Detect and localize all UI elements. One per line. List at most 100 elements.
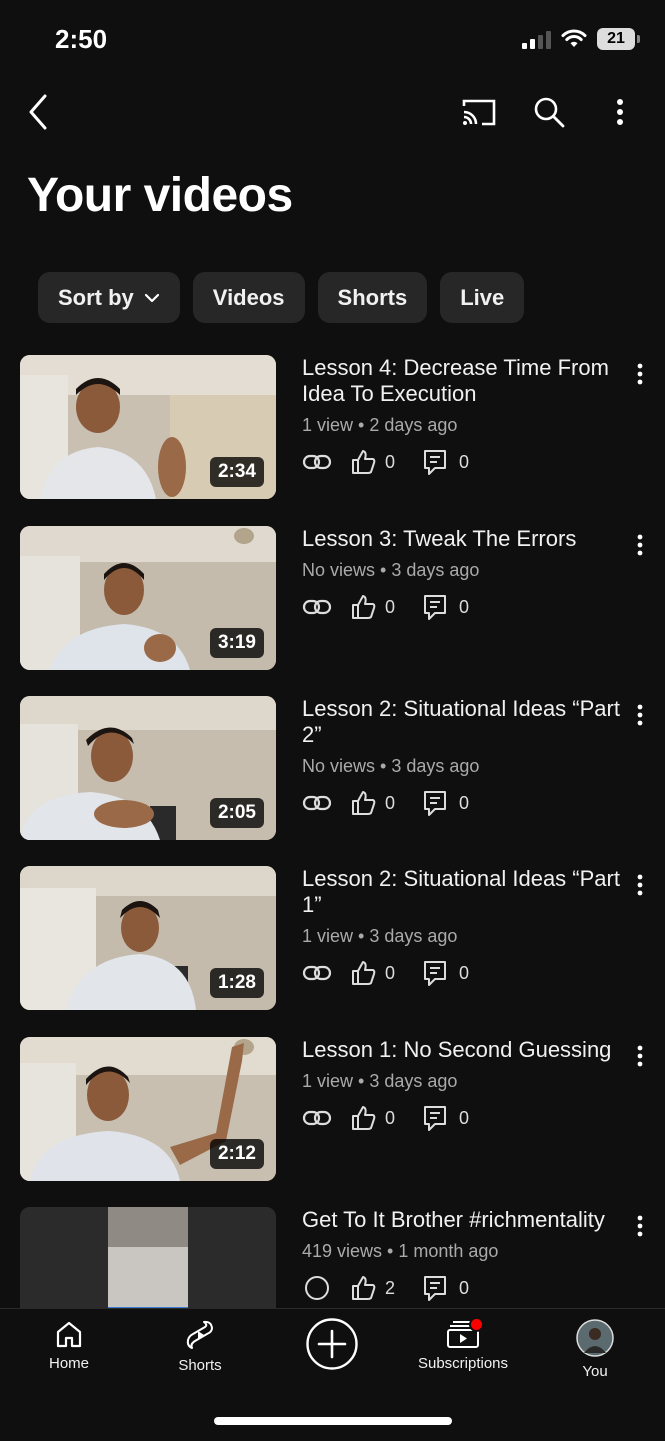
video-meta: 1 view • 3 days ago: [302, 1071, 458, 1091]
live-chip[interactable]: Live: [440, 272, 525, 323]
video-duration: 2:34: [209, 457, 264, 487]
video-meta: 1 view • 3 days ago: [302, 926, 458, 946]
sort-by-label: Sort by: [58, 284, 134, 310]
video-row[interactable]: 2:34 Lesson 4: Decrease Time From Idea T…: [0, 355, 665, 500]
nav-create[interactable]: [277, 1317, 387, 1371]
nav-you[interactable]: You: [540, 1319, 650, 1380]
video-duration: 3:19: [209, 628, 264, 658]
video-stats: 2 0: [302, 1274, 627, 1302]
nav-shorts[interactable]: Shorts: [145, 1319, 255, 1374]
videos-chip[interactable]: Videos: [192, 272, 305, 323]
video-stats: 0 0: [302, 1104, 627, 1132]
nav-you-label: You: [582, 1363, 608, 1380]
status-bar: 2:50 21: [0, 0, 665, 80]
like-count: 0: [385, 962, 396, 983]
avatar: [576, 1319, 614, 1357]
video-menu-button[interactable]: [629, 1211, 651, 1241]
video-stats: 0 0: [302, 593, 627, 621]
nav-shorts-label: Shorts: [178, 1357, 222, 1374]
nav-home[interactable]: Home: [14, 1319, 124, 1372]
video-info: Lesson 3: Tweak The Errors No views • 3 …: [302, 526, 627, 621]
like-icon: [350, 790, 376, 816]
like-icon: [350, 594, 376, 620]
shorts-chip[interactable]: Shorts: [317, 272, 428, 323]
video-menu-button[interactable]: [629, 530, 651, 560]
live-chip-label: Live: [460, 284, 505, 310]
more-vertical-icon: [637, 534, 643, 556]
video-title[interactable]: Get To It Brother #richmentality: [302, 1207, 627, 1233]
video-menu-button[interactable]: [629, 700, 651, 730]
like-count: 0: [385, 792, 396, 813]
comment-icon: [423, 594, 447, 620]
filter-chips: Sort by Videos Shorts Live: [38, 272, 525, 323]
search-button[interactable]: [525, 88, 573, 136]
video-row[interactable]: 2:12 Lesson 1: No Second Guessing 1 view…: [0, 1037, 665, 1182]
nav-subscriptions-label: Subscriptions: [417, 1355, 509, 1372]
video-title[interactable]: Lesson 1: No Second Guessing: [302, 1037, 627, 1063]
videos-chip-label: Videos: [212, 284, 285, 310]
like-count: 0: [385, 451, 396, 472]
link-icon: [302, 453, 332, 471]
more-vertical-icon: [637, 874, 643, 896]
comment-count: 0: [459, 451, 470, 472]
comment-icon: [423, 790, 447, 816]
cast-icon: [462, 99, 496, 126]
video-title[interactable]: Lesson 2: Situational Ideas “Part 1”: [302, 866, 627, 918]
shorts-chip-label: Shorts: [337, 284, 408, 310]
comment-icon: [423, 449, 447, 475]
more-options-button[interactable]: [596, 88, 644, 136]
video-stats: 0 0: [302, 448, 627, 476]
video-meta: No views • 3 days ago: [302, 560, 480, 580]
status-icons: 21: [522, 28, 640, 50]
more-vertical-icon: [637, 1215, 643, 1237]
comment-icon: [423, 1275, 447, 1301]
video-info: Lesson 4: Decrease Time From Idea To Exe…: [302, 355, 627, 476]
video-thumbnail[interactable]: 1:28: [20, 866, 276, 1010]
more-vertical-icon: [637, 1045, 643, 1067]
page-title: Your videos: [27, 169, 293, 222]
video-title[interactable]: Lesson 4: Decrease Time From Idea To Exe…: [302, 355, 627, 407]
comment-count: 0: [459, 962, 470, 983]
video-thumbnail[interactable]: 2:05: [20, 696, 276, 840]
cast-button[interactable]: [455, 88, 503, 136]
more-vertical-icon: [617, 99, 623, 125]
nav-home-label: Home: [48, 1355, 89, 1372]
chevron-down-icon: [144, 293, 159, 302]
video-meta: No views • 3 days ago: [302, 756, 480, 776]
video-info: Lesson 1: No Second Guessing 1 view • 3 …: [302, 1037, 627, 1132]
more-vertical-icon: [637, 704, 643, 726]
video-meta: 1 view • 2 days ago: [302, 415, 458, 435]
wifi-icon: [561, 29, 587, 47]
video-menu-button[interactable]: [629, 870, 651, 900]
like-icon: [350, 960, 376, 986]
like-count: 0: [385, 1107, 396, 1128]
like-count: 2: [385, 1277, 396, 1298]
video-row[interactable]: 1:28 Lesson 2: Situational Ideas “Part 1…: [0, 866, 665, 1011]
video-title[interactable]: Lesson 2: Situational Ideas “Part 2”: [302, 696, 627, 748]
video-info: Lesson 2: Situational Ideas “Part 1” 1 v…: [302, 866, 627, 987]
shorts-icon: [186, 1320, 213, 1349]
comment-count: 0: [459, 596, 470, 617]
video-thumbnail[interactable]: 3:19: [20, 526, 276, 670]
video-row[interactable]: 3:19 Lesson 3: Tweak The Errors No views…: [0, 526, 665, 671]
video-thumbnail[interactable]: 2:34: [20, 355, 276, 499]
video-meta: 419 views • 1 month ago: [302, 1241, 499, 1261]
video-title[interactable]: Lesson 3: Tweak The Errors: [302, 526, 627, 552]
link-icon: [302, 1109, 332, 1127]
video-row[interactable]: 2:05 Lesson 2: Situational Ideas “Part 2…: [0, 696, 665, 841]
search-icon: [534, 97, 565, 128]
sort-by-chip[interactable]: Sort by: [38, 272, 180, 323]
link-icon: [302, 964, 332, 982]
like-icon: [350, 1105, 376, 1131]
video-menu-button[interactable]: [629, 359, 651, 389]
video-info: Lesson 2: Situational Ideas “Part 2” No …: [302, 696, 627, 817]
video-thumbnail[interactable]: 2:12: [20, 1037, 276, 1181]
video-menu-button[interactable]: [629, 1041, 651, 1071]
like-count: 0: [385, 596, 396, 617]
link-icon: [302, 794, 332, 812]
like-icon: [350, 449, 376, 475]
nav-subscriptions[interactable]: Subscriptions: [408, 1317, 518, 1372]
cellular-signal-icon: [522, 29, 551, 49]
chevron-left-icon: [29, 94, 47, 130]
back-button[interactable]: [14, 88, 62, 136]
